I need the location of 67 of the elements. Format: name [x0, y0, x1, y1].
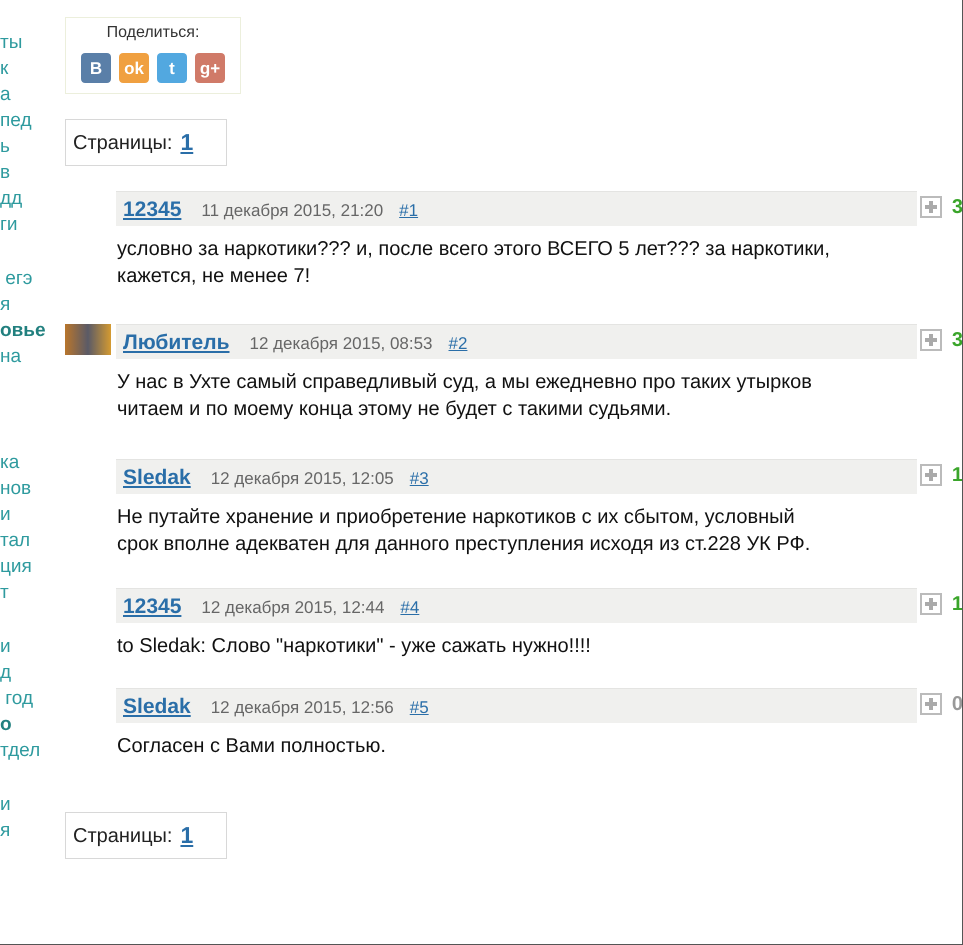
plus-vote-button[interactable] — [920, 196, 942, 218]
rating-score: 3 — [952, 196, 962, 218]
author-link[interactable]: 12345 — [123, 196, 182, 224]
comment-date: 12 декабря 2015, 12:05 — [210, 468, 394, 490]
comment-date: 11 декабря 2015, 21:20 — [201, 200, 384, 222]
comment-text: Согласен с Вами полностью. — [116, 734, 387, 759]
pages-label: Страницы: — [73, 824, 172, 848]
sidebar-link[interactable]: и — [0, 634, 60, 660]
rating-score: 0 — [952, 693, 962, 715]
sidebar-link[interactable]: ка — [0, 450, 60, 476]
plus-icon — [924, 201, 937, 213]
pages-label: Страницы: — [73, 130, 172, 156]
sidebar-link[interactable]: на — [0, 344, 60, 370]
sidebar-link[interactable]: нов — [0, 476, 60, 502]
sidebar-link[interactable]: и — [0, 792, 60, 818]
comment-date: 12 декабря 2015, 12:44 — [201, 597, 384, 619]
plus-icon — [924, 469, 937, 481]
sidebar-link[interactable]: о — [0, 712, 60, 738]
comment-text: условно за наркотики??? и, после всего этого ВСЕГО 5 лет??? за наркотики, кажется, не менее 7! — [116, 237, 831, 289]
comment-text: to Sledak: Слово "наркотики" - уже сажать нужно!!!! — [116, 634, 592, 659]
page-link[interactable]: 1 — [180, 125, 194, 160]
sidebar-link[interactable]: я — [0, 818, 60, 844]
sidebar-link[interactable]: а — [0, 82, 60, 108]
comment-date: 12 декабря 2015, 12:56 — [210, 697, 394, 719]
comment-number-link[interactable]: #4 — [400, 595, 420, 621]
plus-icon — [924, 334, 937, 346]
plus-vote-button[interactable] — [920, 329, 942, 351]
comment-number-link[interactable]: #5 — [410, 695, 429, 721]
sidebar-link[interactable]: ь — [0, 134, 60, 160]
comment-number-link[interactable]: #1 — [399, 198, 418, 224]
plus-vote-button[interactable] — [920, 693, 942, 715]
sidebar-link[interactable]: ция — [0, 554, 60, 580]
odnoklassniki-share-button[interactable]: ok — [119, 53, 149, 83]
sidebar-link[interactable]: ты — [0, 30, 60, 56]
author-link[interactable]: 12345 — [123, 593, 182, 621]
sidebar-link[interactable]: год — [0, 686, 60, 712]
comment-number-link[interactable]: #3 — [410, 466, 429, 492]
sidebar-link[interactable]: т — [0, 580, 60, 606]
vk-share-button[interactable]: В — [81, 53, 111, 83]
sidebar-link[interactable]: к — [0, 56, 60, 82]
comment-date: 12 декабря 2015, 08:53 — [250, 333, 433, 355]
sidebar-link[interactable]: тдел — [0, 738, 60, 764]
author-link[interactable]: Sledak — [123, 693, 191, 721]
author-link[interactable]: Sledak — [123, 464, 191, 492]
sidebar-link[interactable]: в — [0, 160, 60, 186]
gplus-share-button[interactable]: g+ — [195, 53, 225, 83]
page-link[interactable]: 1 — [180, 818, 194, 853]
plus-icon — [924, 698, 937, 710]
sidebar-link[interactable]: д — [0, 660, 60, 686]
sidebar-link[interactable]: я — [0, 292, 60, 318]
sidebar-link[interactable]: овье — [0, 318, 60, 344]
sidebar-link[interactable]: егэ — [0, 266, 60, 292]
author-link[interactable]: Любитель — [123, 329, 230, 357]
bird-share-button[interactable]: t — [157, 53, 187, 83]
sidebar-link[interactable]: пед — [0, 108, 60, 134]
comment-number-link[interactable]: #2 — [448, 331, 468, 357]
sidebar-link[interactable]: ги — [0, 212, 60, 238]
share-label: Поделиться: — [106, 23, 200, 43]
plus-vote-button[interactable] — [920, 464, 942, 486]
plus-vote-button[interactable] — [920, 593, 942, 615]
plus-icon — [924, 598, 937, 610]
sidebar-link[interactable]: и — [0, 502, 60, 528]
comment-text: Не путайте хранение и приобретение наркотиков с их сбытом, условный срок вполне адекватен для данного преступления исходя из ст.228 УК РФ. — [116, 505, 812, 557]
sidebar-link[interactable]: дд — [0, 186, 60, 212]
comment-text: У нас в Ухте самый справедливый суд, а мы ежедневно про таких утырков читаем и по моему конца этому не будет с такими судьями. — [116, 370, 813, 422]
sidebar-link[interactable]: тал — [0, 528, 60, 554]
rating-score: 3 — [952, 329, 962, 351]
